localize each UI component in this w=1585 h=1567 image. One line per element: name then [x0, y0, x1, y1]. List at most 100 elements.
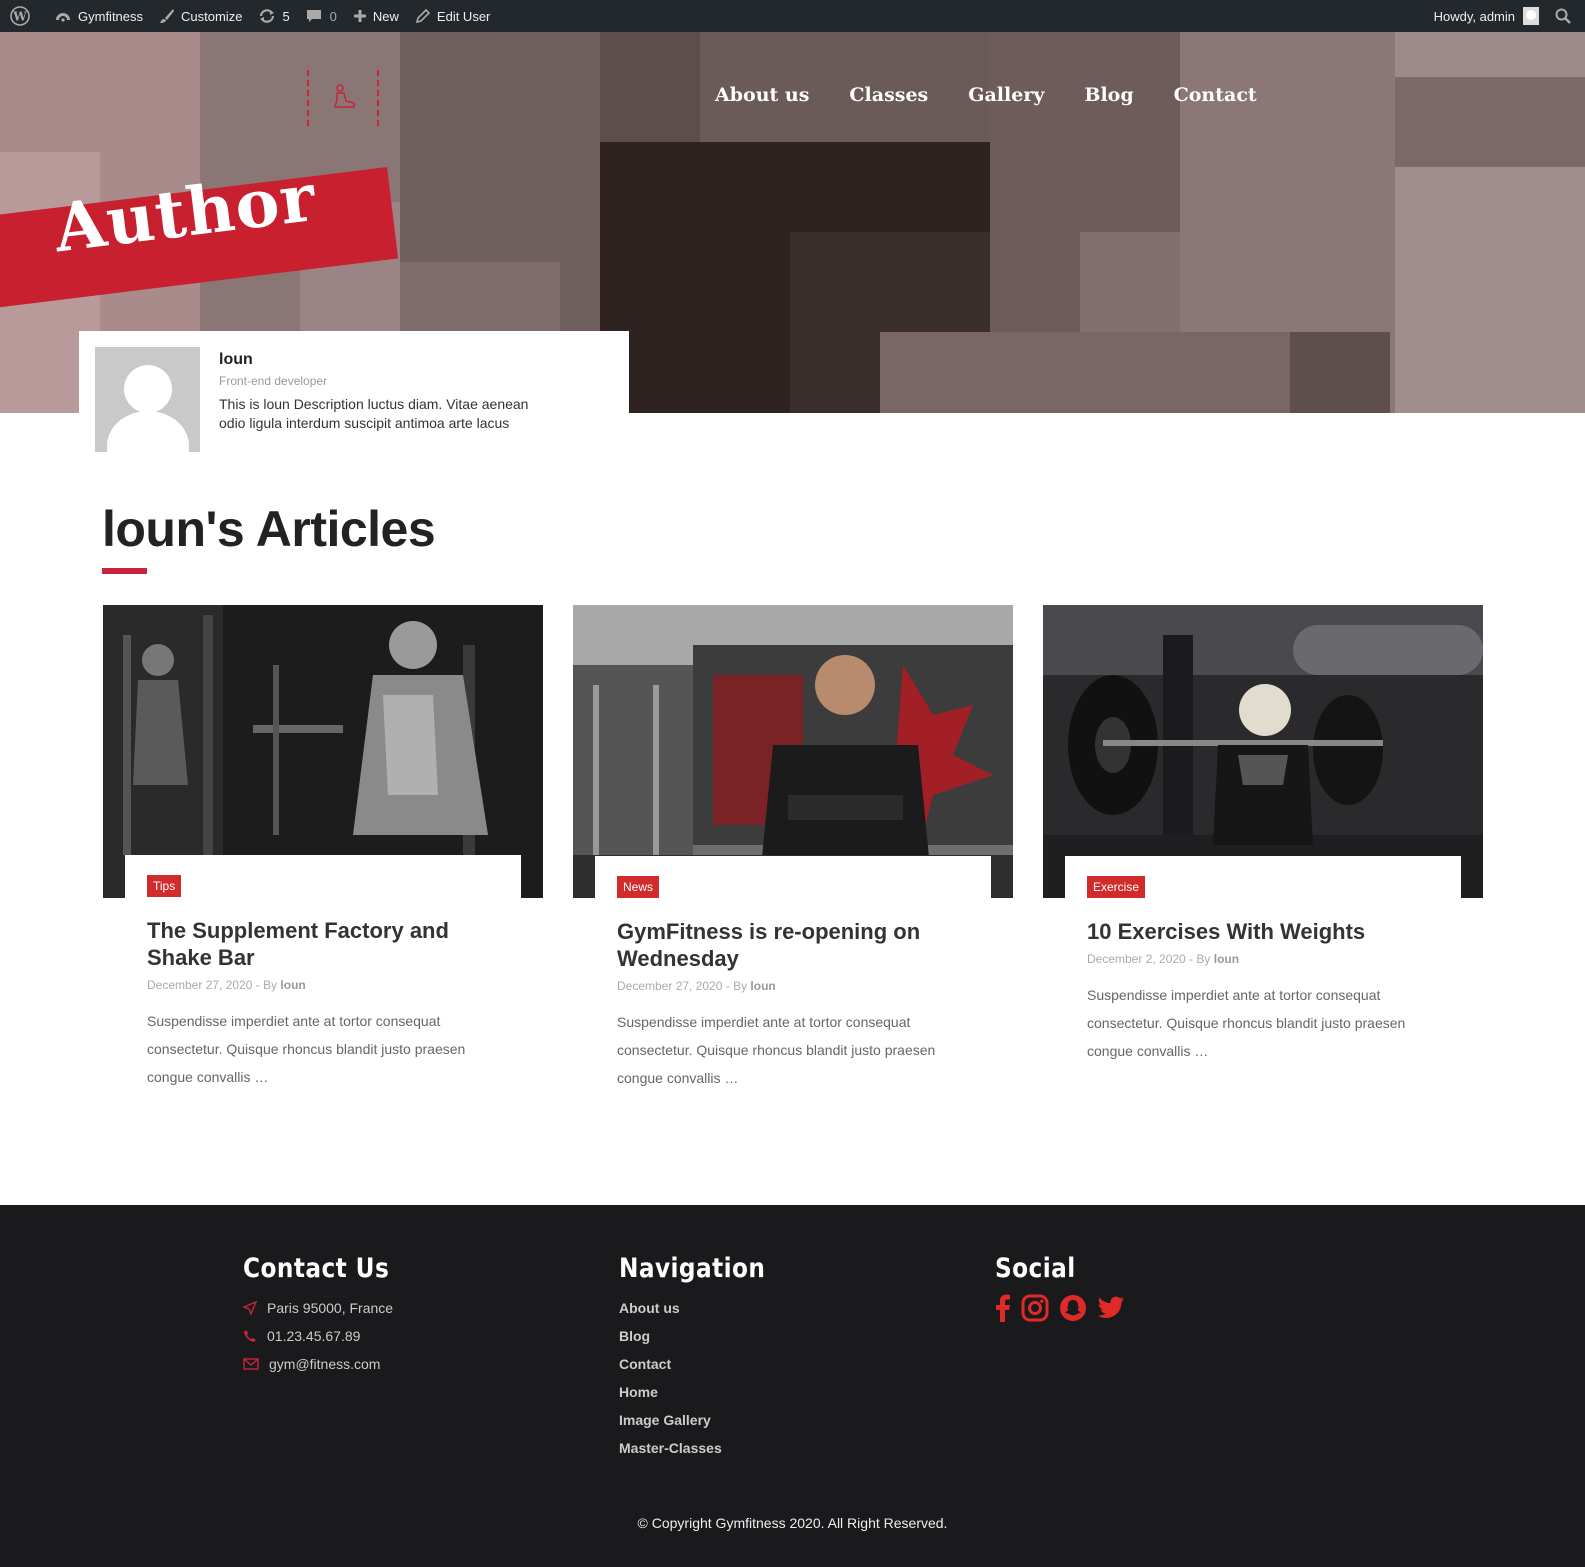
article-panel: News GymFitness is re-opening on Wednesd… — [595, 856, 991, 1106]
article-meta: December 27, 2020 - By loun — [147, 978, 306, 992]
category-tag[interactable]: News — [617, 876, 660, 898]
hero-texture — [1395, 77, 1585, 167]
article-title[interactable]: The Supplement Factory and Shake Bar — [147, 917, 497, 971]
footer-link-image-gallery[interactable]: Image Gallery — [619, 1406, 789, 1434]
nav-about-us[interactable]: About us — [715, 84, 809, 106]
paintbrush-icon — [160, 9, 175, 23]
hero-texture — [600, 32, 700, 142]
article-image[interactable] — [573, 605, 1013, 898]
article-excerpt: Suspendisse imperdiet ante at tortor con… — [1087, 987, 1406, 1059]
footer-phone: 01.23.45.67.89 — [243, 1322, 413, 1350]
article-panel: Tips The Supplement Factory and Shake Ba… — [125, 855, 521, 1105]
article-excerpt: Suspendisse imperdiet ante at tortor con… — [617, 1014, 936, 1086]
dashboard-icon — [56, 13, 70, 22]
footer-email-text[interactable]: gym@fitness.com — [269, 1356, 380, 1372]
paper-plane-icon — [243, 1301, 257, 1315]
article-date: December 27, 2020 - By — [147, 978, 278, 992]
article-meta: December 2, 2020 - By loun — [1087, 952, 1239, 966]
footer-navigation: Navigation About us Blog Contact Home Im… — [619, 1253, 789, 1462]
admin-updates-count: 5 — [282, 8, 290, 24]
article-date: December 2, 2020 - By — [1087, 952, 1211, 966]
hero-texture — [1395, 32, 1585, 77]
article-panel: Exercise 10 Exercises With Weights Decem… — [1065, 856, 1461, 1106]
comment-icon — [306, 10, 321, 22]
main-navigation: About us Classes Gallery Blog Contact — [715, 84, 1257, 106]
plus-icon — [353, 10, 366, 22]
nav-blog[interactable]: Blog — [1084, 84, 1133, 106]
category-tag[interactable]: Tips — [147, 875, 182, 897]
category-tag[interactable]: Exercise — [1087, 876, 1146, 898]
footer-address: Paris 95000, France — [243, 1294, 413, 1322]
gym-photo-icon — [573, 605, 1013, 898]
hero-texture — [1080, 232, 1180, 332]
article-date: December 27, 2020 - By — [617, 979, 748, 993]
gym-photo-icon — [1043, 605, 1483, 898]
admin-avatar — [1523, 7, 1539, 25]
footer-link-master-classes[interactable]: Master-Classes — [619, 1434, 789, 1462]
envelope-icon — [243, 1358, 259, 1370]
footer-social-title: Social — [995, 1253, 1076, 1284]
admin-updates-link[interactable]: 5 — [250, 0, 297, 32]
site-logo[interactable] — [307, 70, 379, 126]
footer-copyright: © Copyright Gymfitness 2020. All Right R… — [637, 1515, 948, 1531]
avatar-body — [107, 411, 189, 452]
lotus-logo-icon — [334, 84, 355, 108]
admin-edit-user-link[interactable]: Edit User — [407, 0, 498, 32]
admin-howdy-label: Howdy, admin — [1433, 8, 1515, 24]
search-icon — [1555, 8, 1571, 24]
footer-link-home[interactable]: Home — [619, 1378, 789, 1406]
instagram-icon[interactable] — [1021, 1294, 1049, 1322]
admin-customize-label: Customize — [181, 8, 243, 24]
footer-contact: Contact Us Paris 95000, France 01.23.45.… — [243, 1253, 413, 1378]
snapchat-icon[interactable] — [1059, 1294, 1087, 1322]
admin-bar: W Gymfitness Customize 5 0 New Edit User… — [0, 0, 1585, 32]
admin-new-link[interactable]: New — [345, 0, 407, 32]
footer-email: gym@fitness.com — [243, 1350, 413, 1378]
admin-new-label: New — [372, 8, 399, 24]
footer-social: Social — [995, 1253, 1125, 1322]
refresh-icon — [260, 9, 275, 23]
admin-site-name: Gymfitness — [78, 8, 144, 24]
admin-comments-link[interactable]: 0 — [298, 0, 345, 32]
author-name: loun — [219, 351, 253, 368]
site-footer: Contact Us Paris 95000, France 01.23.45.… — [0, 1205, 1585, 1567]
hero-texture — [880, 332, 1290, 413]
article-excerpt: Suspendisse imperdiet ante at tortor con… — [147, 1013, 466, 1085]
article-meta: December 27, 2020 - By loun — [617, 979, 776, 993]
nav-gallery[interactable]: Gallery — [968, 84, 1044, 106]
article-title[interactable]: GymFitness is re-opening on Wednesday — [617, 918, 967, 972]
phone-icon — [244, 1330, 256, 1342]
article-title[interactable]: 10 Exercises With Weights — [1087, 918, 1437, 945]
hero-texture — [1395, 167, 1585, 413]
footer-link-blog[interactable]: Blog — [619, 1322, 789, 1350]
author-role: Front-end developer — [219, 374, 328, 388]
admin-site-link[interactable]: Gymfitness — [46, 0, 151, 32]
admin-customize-link[interactable]: Customize — [151, 0, 250, 32]
heading-underline — [102, 568, 147, 574]
footer-contact-title: Contact Us — [243, 1253, 390, 1284]
admin-search-button[interactable] — [1547, 0, 1585, 32]
svg-text:W: W — [12, 10, 27, 24]
article-author-link[interactable]: loun — [750, 979, 775, 993]
article-author-link[interactable]: loun — [280, 978, 305, 992]
pencil-icon — [415, 8, 431, 24]
article-author-link[interactable]: loun — [1214, 952, 1239, 966]
hero-texture — [1290, 332, 1390, 413]
nav-contact[interactable]: Contact — [1174, 84, 1257, 106]
admin-account-menu[interactable]: Howdy, admin — [1426, 0, 1547, 32]
footer-link-contact[interactable]: Contact — [619, 1350, 789, 1378]
footer-phone-text[interactable]: 01.23.45.67.89 — [267, 1328, 360, 1344]
nav-classes[interactable]: Classes — [849, 84, 928, 106]
admin-edit-user-label: Edit User — [436, 8, 491, 24]
article-image[interactable] — [1043, 605, 1483, 898]
admin-comments-count: 0 — [329, 8, 337, 24]
footer-navigation-title: Navigation — [619, 1253, 766, 1284]
twitter-icon[interactable] — [1097, 1296, 1125, 1320]
avatar-head — [124, 365, 172, 413]
facebook-icon[interactable] — [995, 1294, 1011, 1322]
author-card: loun Front-end developer This is loun De… — [79, 331, 629, 467]
footer-link-about-us[interactable]: About us — [619, 1294, 789, 1322]
author-description: This is loun Description luctus diam. Vi… — [219, 396, 529, 431]
wordpress-logo-icon[interactable]: W — [0, 0, 46, 32]
articles-heading: loun's Articles — [102, 501, 436, 557]
